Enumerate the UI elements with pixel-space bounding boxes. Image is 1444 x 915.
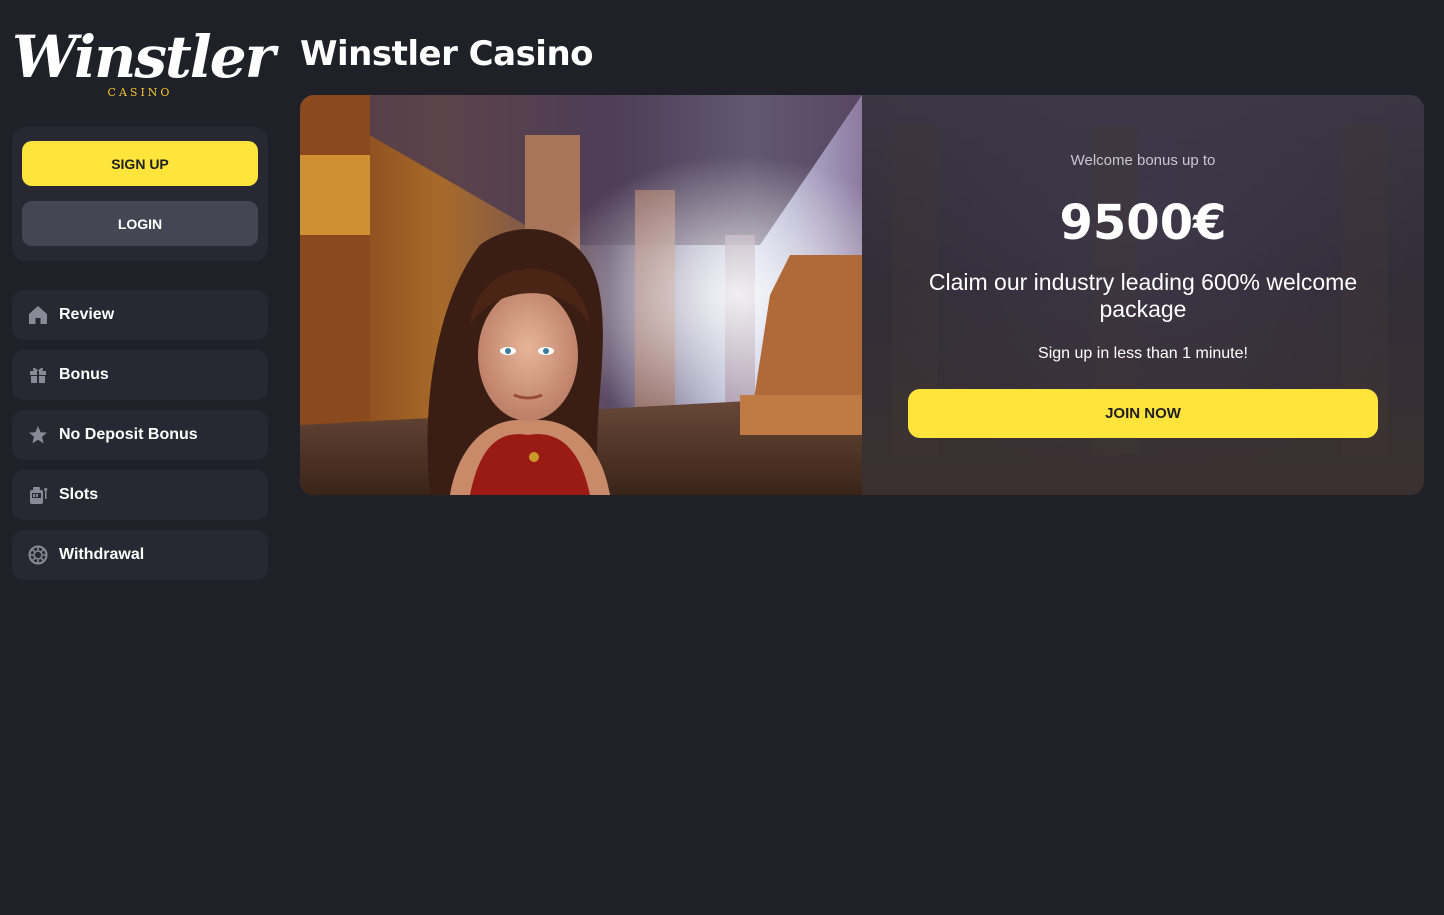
sidebar-item-withdrawal[interactable]: Withdrawal <box>12 530 268 580</box>
bonus-intro: Welcome bonus up to <box>1070 152 1216 169</box>
logo-subtext: CASINO <box>107 86 173 99</box>
sidebar-item-label: Bonus <box>59 366 109 383</box>
welcome-bonus-banner: Welcome bonus up to 9500€ Claim our indu… <box>300 95 1424 495</box>
auth-panel: SIGN UP LOGIN <box>12 127 268 261</box>
sidebar-item-label: Review <box>59 306 115 323</box>
logo[interactable]: Winstler CASINO <box>12 0 275 120</box>
sidebar-nav: Review Bonus No Deposit Bonus Slots With… <box>12 290 268 590</box>
page-title: Winstler Casino <box>300 34 594 74</box>
hero-image <box>300 95 862 495</box>
signup-note: Sign up in less than 1 minute! <box>1038 345 1248 362</box>
sidebar-item-label: No Deposit Bonus <box>59 426 198 443</box>
sidebar-item-label: Slots <box>59 486 99 503</box>
slot-machine-icon <box>28 485 48 505</box>
sidebar-item-review[interactable]: Review <box>12 290 268 340</box>
sidebar-item-label: Withdrawal <box>59 546 145 563</box>
sidebar: Winstler CASINO SIGN UP LOGIN Review Bon… <box>12 0 275 580</box>
sidebar-item-no-deposit-bonus[interactable]: No Deposit Bonus <box>12 410 268 460</box>
star-icon <box>28 425 48 445</box>
sidebar-item-slots[interactable]: Slots <box>12 470 268 520</box>
chip-icon <box>28 545 48 565</box>
logo-wordmark: Winstler <box>12 23 275 91</box>
join-now-button[interactable]: JOIN NOW <box>908 389 1378 438</box>
login-button[interactable]: LOGIN <box>22 201 258 246</box>
home-icon <box>28 305 48 325</box>
bonus-panel: Welcome bonus up to 9500€ Claim our indu… <box>862 95 1424 495</box>
gift-icon <box>28 365 48 385</box>
bonus-amount: 9500€ <box>1059 195 1227 251</box>
bonus-headline: Claim our industry leading 600% welcome … <box>928 269 1358 322</box>
page: Winstler CASINO SIGN UP LOGIN Review Bon… <box>0 0 1444 915</box>
sign-up-button[interactable]: SIGN UP <box>22 141 258 186</box>
sidebar-item-bonus[interactable]: Bonus <box>12 350 268 400</box>
